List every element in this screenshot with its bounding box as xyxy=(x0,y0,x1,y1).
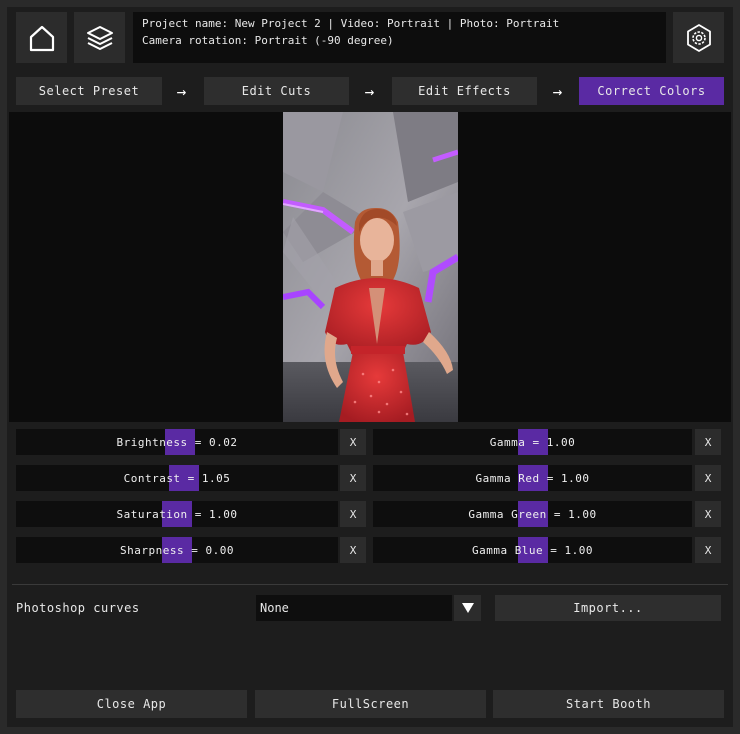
step-label: Correct Colors xyxy=(597,84,706,98)
gamma-reset-button[interactable]: X xyxy=(695,429,721,455)
gamma-blue-reset-button[interactable]: X xyxy=(695,537,721,563)
step-label: Select Preset xyxy=(38,84,140,98)
button-label: Start Booth xyxy=(566,697,651,711)
slider-label: Gamma Red = 1.00 xyxy=(475,471,590,485)
slider-label: Contrast = 1.05 xyxy=(123,471,231,485)
brightness-slider[interactable]: Brightness = 0.02 xyxy=(16,429,338,455)
arrow-right-icon: → xyxy=(364,81,375,101)
start-booth-button[interactable]: Start Booth xyxy=(493,690,724,718)
slider-label: Gamma Blue = 1.00 xyxy=(471,543,594,557)
step-label: Edit Cuts xyxy=(241,84,312,98)
slider-label: Saturation = 1.00 xyxy=(116,507,238,521)
preview-area xyxy=(9,112,731,422)
project-info-line1: Project name: New Project 2 | Video: Por… xyxy=(142,17,560,30)
curves-label: Photoshop curves xyxy=(16,601,140,615)
arrow-right-icon: → xyxy=(552,81,563,101)
gear-icon xyxy=(686,23,711,52)
sharpness-reset-button[interactable]: X xyxy=(340,537,366,563)
gamma-blue-slider[interactable]: Gamma Blue = 1.00 xyxy=(373,537,692,563)
step-edit-effects[interactable]: Edit Effects xyxy=(392,77,537,105)
button-label: Close App xyxy=(96,697,167,711)
home-button[interactable] xyxy=(16,12,67,63)
curves-dropdown-button[interactable] xyxy=(454,595,481,621)
gamma-slider[interactable]: Gamma = 1.00 xyxy=(373,429,692,455)
arrow-right-icon: → xyxy=(176,81,187,101)
saturation-slider[interactable]: Saturation = 1.00 xyxy=(16,501,338,527)
layers-icon xyxy=(86,25,113,50)
brightness-reset-button[interactable]: X xyxy=(340,429,366,455)
fullscreen-button[interactable]: FullScreen xyxy=(255,690,486,718)
step-correct-colors[interactable]: Correct Colors xyxy=(579,77,724,105)
saturation-reset-button[interactable]: X xyxy=(340,501,366,527)
layers-button[interactable] xyxy=(74,12,125,63)
close-app-button[interactable]: Close App xyxy=(16,690,247,718)
button-label: Import... xyxy=(573,601,643,615)
project-info-line2: Camera rotation: Portrait (-90 degree) xyxy=(142,34,394,47)
triangle-down-icon xyxy=(461,603,474,613)
divider xyxy=(12,584,728,585)
sharpness-slider[interactable]: Sharpness = 0.00 xyxy=(16,537,338,563)
curves-selected-value: None xyxy=(260,601,289,615)
gamma-green-slider[interactable]: Gamma Green = 1.00 xyxy=(373,501,692,527)
app-window: Project name: New Project 2 | Video: Por… xyxy=(7,7,733,727)
gamma-green-reset-button[interactable]: X xyxy=(695,501,721,527)
home-icon xyxy=(29,25,54,51)
gamma-red-reset-button[interactable]: X xyxy=(695,465,721,491)
settings-button[interactable] xyxy=(673,12,724,63)
project-info: Project name: New Project 2 | Video: Por… xyxy=(133,12,666,63)
button-label: FullScreen xyxy=(331,697,410,711)
step-label: Edit Effects xyxy=(418,84,511,98)
slider-label: Sharpness = 0.00 xyxy=(120,543,234,557)
contrast-slider[interactable]: Contrast = 1.05 xyxy=(16,465,338,491)
preview-photo xyxy=(283,112,458,422)
gamma-red-slider[interactable]: Gamma Red = 1.00 xyxy=(373,465,692,491)
contrast-reset-button[interactable]: X xyxy=(340,465,366,491)
slider-label: Brightness = 0.02 xyxy=(116,435,238,449)
slider-label: Gamma = 1.00 xyxy=(489,435,576,449)
import-curves-button[interactable]: Import... xyxy=(495,595,721,621)
curves-select[interactable]: None xyxy=(256,595,452,621)
step-select-preset[interactable]: Select Preset xyxy=(16,77,162,105)
step-edit-cuts[interactable]: Edit Cuts xyxy=(204,77,349,105)
slider-label: Gamma Green = 1.00 xyxy=(468,507,597,521)
